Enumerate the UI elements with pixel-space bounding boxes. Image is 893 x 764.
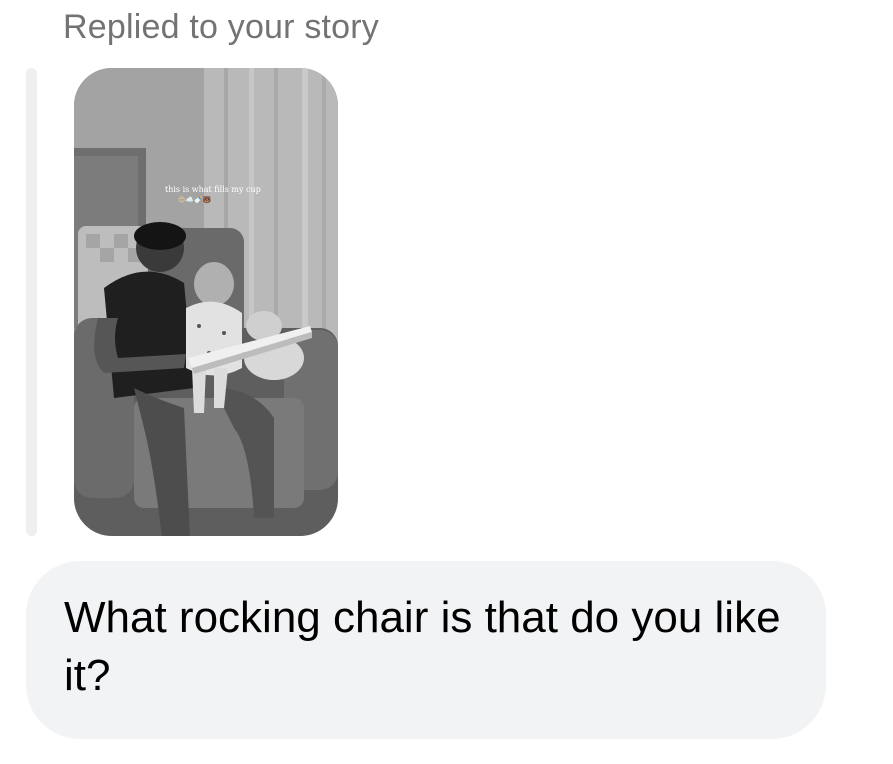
story-thumbnail[interactable]: this is what fills my cup 😍☁️🍼🐻 <box>74 68 338 536</box>
dm-thread: Replied to your story this is what fills… <box>0 0 893 764</box>
story-caption-emojis: 😍☁️🍼🐻 <box>178 197 212 204</box>
message-bubble[interactable]: What rocking chair is that do you like i… <box>26 561 826 739</box>
story-caption-text: this is what fills my cup <box>165 185 261 194</box>
reply-quote-bar <box>26 68 37 536</box>
story-photo <box>74 68 338 536</box>
message-text: What rocking chair is that do you like i… <box>64 593 781 700</box>
reply-context-label: Replied to your story <box>63 8 380 46</box>
